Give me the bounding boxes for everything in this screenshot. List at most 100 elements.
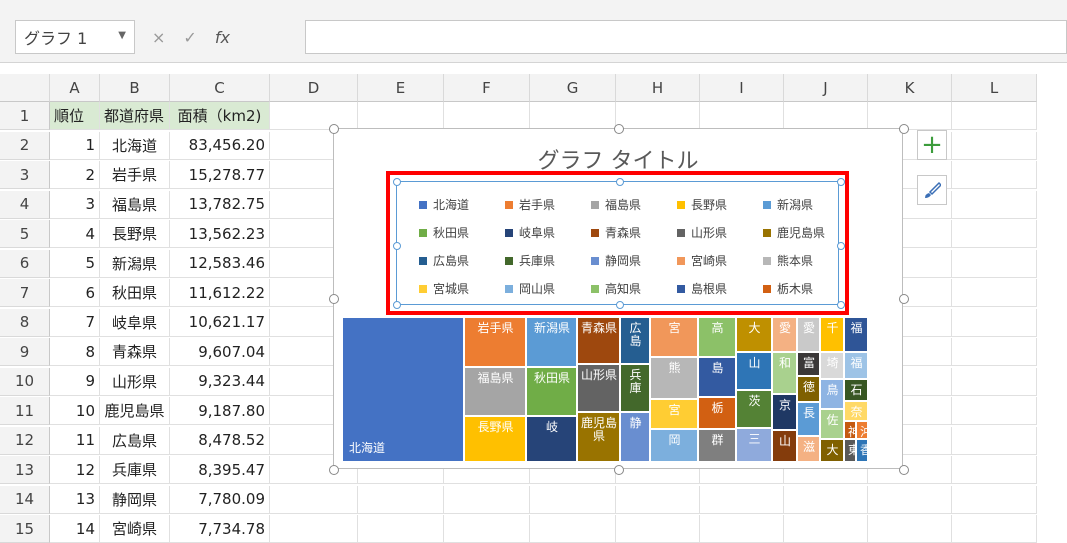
legend-item[interactable]: 島根県 [677,280,763,297]
table-cell[interactable]: 5 [50,249,100,278]
table-cell[interactable]: 新潟県 [100,249,170,278]
treemap-tile[interactable]: 福 [844,352,868,379]
table-cell[interactable]: 7,780.09 [170,485,270,514]
treemap-tile[interactable]: 宮 [650,317,698,357]
legend-item[interactable]: 岐阜県 [505,224,591,241]
treemap-tile[interactable]: 青森県 [577,317,620,364]
table-cell[interactable]: 12 [50,456,100,484]
legend-item[interactable]: 広島県 [419,252,505,269]
table-cell[interactable]: 1 [50,131,100,160]
treemap-tile[interactable]: 愛 [797,317,820,352]
table-cell[interactable]: 11 [50,426,100,455]
table-cell[interactable]: 静岡県 [100,485,170,514]
column-header-l[interactable]: L [952,74,1037,102]
treemap-tile[interactable]: 静 [620,412,650,462]
cell[interactable] [270,102,358,130]
resize-handle[interactable] [614,465,624,475]
cell[interactable] [530,102,616,130]
cell[interactable] [952,308,1037,337]
legend-item[interactable]: 北海道 [419,196,505,213]
legend-item[interactable]: 兵庫県 [505,252,591,269]
treemap-tile[interactable]: 千 [820,317,844,352]
resize-handle[interactable] [899,124,909,134]
treemap-tile[interactable]: 秋田県 [526,367,577,416]
name-box[interactable]: グラフ 1 ▼ [15,20,135,54]
treemap-tile[interactable]: 奈 [844,401,868,421]
column-header-c[interactable]: C [170,74,270,102]
cancel-icon[interactable]: × [152,28,165,47]
legend-item[interactable]: 福島県 [591,196,677,213]
column-header-g[interactable]: G [530,74,616,102]
table-cell[interactable]: 3 [50,190,100,219]
table-cell[interactable]: 12,583.46 [170,249,270,278]
chevron-down-icon[interactable]: ▼ [118,30,126,41]
treemap-tile[interactable]: 高 [698,317,736,357]
cell[interactable] [784,485,868,514]
treemap-tile[interactable]: 北海道 [342,317,464,462]
table-cell[interactable]: 岐阜県 [100,308,170,337]
cell[interactable] [700,102,784,130]
table-cell[interactable]: 15,278.77 [170,161,270,189]
cell[interactable] [270,485,358,514]
table-cell[interactable]: 13,562.23 [170,220,270,248]
table-cell[interactable]: 7 [50,308,100,337]
table-cell[interactable]: 鹿児島県 [100,397,170,425]
row-header-1[interactable]: 1 [0,102,50,130]
resize-handle[interactable] [899,465,909,475]
treemap-tile[interactable]: 熊 [650,357,698,399]
treemap-tile[interactable]: 島 [698,357,736,397]
column-header-e[interactable]: E [358,74,444,102]
treemap-tile[interactable]: 沖 [856,421,868,439]
treemap-tile[interactable]: 茨 [736,390,772,428]
treemap-tile[interactable]: 新潟県 [526,317,577,367]
cell[interactable] [952,190,1037,219]
treemap-tile[interactable]: 兵庫 [620,364,650,412]
legend-item[interactable]: 鹿児島県 [763,224,849,241]
treemap-tile[interactable]: 埼 [820,352,844,379]
table-cell[interactable]: 秋田県 [100,279,170,307]
row-header-11[interactable]: 11 [0,397,50,425]
cell[interactable] [952,161,1037,189]
treemap-tile[interactable]: 宮 [650,399,698,429]
legend-item[interactable]: 静岡県 [591,252,677,269]
legend-handle[interactable] [393,301,401,309]
cell[interactable] [784,102,868,130]
table-cell[interactable]: 6 [50,279,100,307]
table-cell[interactable]: 岩手県 [100,161,170,189]
table-cell[interactable]: 北海道 [100,131,170,160]
resize-handle[interactable] [329,294,339,304]
table-cell[interactable]: 山形県 [100,367,170,396]
cell[interactable] [952,220,1037,248]
cell[interactable] [616,102,700,130]
cell[interactable] [952,338,1037,366]
table-header-cell[interactable]: 順位 [50,102,100,130]
treemap-tile[interactable]: 神 [844,421,856,439]
treemap-tile[interactable]: 大 [736,317,772,352]
legend-handle[interactable] [393,178,401,186]
row-header-10[interactable]: 10 [0,367,50,396]
table-cell[interactable]: 長野県 [100,220,170,248]
table-cell[interactable]: 8,478.52 [170,426,270,455]
treemap-tile[interactable]: 京 [772,394,797,430]
column-header-a[interactable]: A [50,74,100,102]
treemap-chart[interactable]: グラフ タイトル 北海道 岩手県 福島県 長野県 新潟県 秋田県 岐阜県 青森県 山形県 鹿児島県… [329,124,909,475]
column-header-b[interactable]: B [100,74,170,102]
treemap-tile[interactable]: 大 [820,439,844,462]
treemap-tile[interactable]: 鳥 [820,379,844,409]
table-cell[interactable]: 9,187.80 [170,397,270,425]
legend-handle[interactable] [393,242,401,250]
table-cell[interactable]: 9 [50,367,100,396]
treemap-tile[interactable]: 山 [736,352,772,390]
cell[interactable] [358,485,444,514]
chart-legend[interactable]: 北海道 岩手県 福島県 長野県 新潟県 秋田県 岐阜県 青森県 山形県 鹿児島県 広島県 兵庫県 静岡県… [393,178,845,309]
check-icon[interactable]: ✓ [183,28,196,47]
column-header-i[interactable]: I [700,74,784,102]
treemap-tile[interactable]: 富 [797,352,820,376]
cell[interactable] [952,279,1037,307]
table-cell[interactable]: 福島県 [100,190,170,219]
treemap-tile[interactable]: 徳 [797,376,820,402]
cell[interactable] [444,485,530,514]
resize-handle[interactable] [329,124,339,134]
legend-item[interactable]: 山形県 [677,224,763,241]
legend-handle[interactable] [837,178,845,186]
